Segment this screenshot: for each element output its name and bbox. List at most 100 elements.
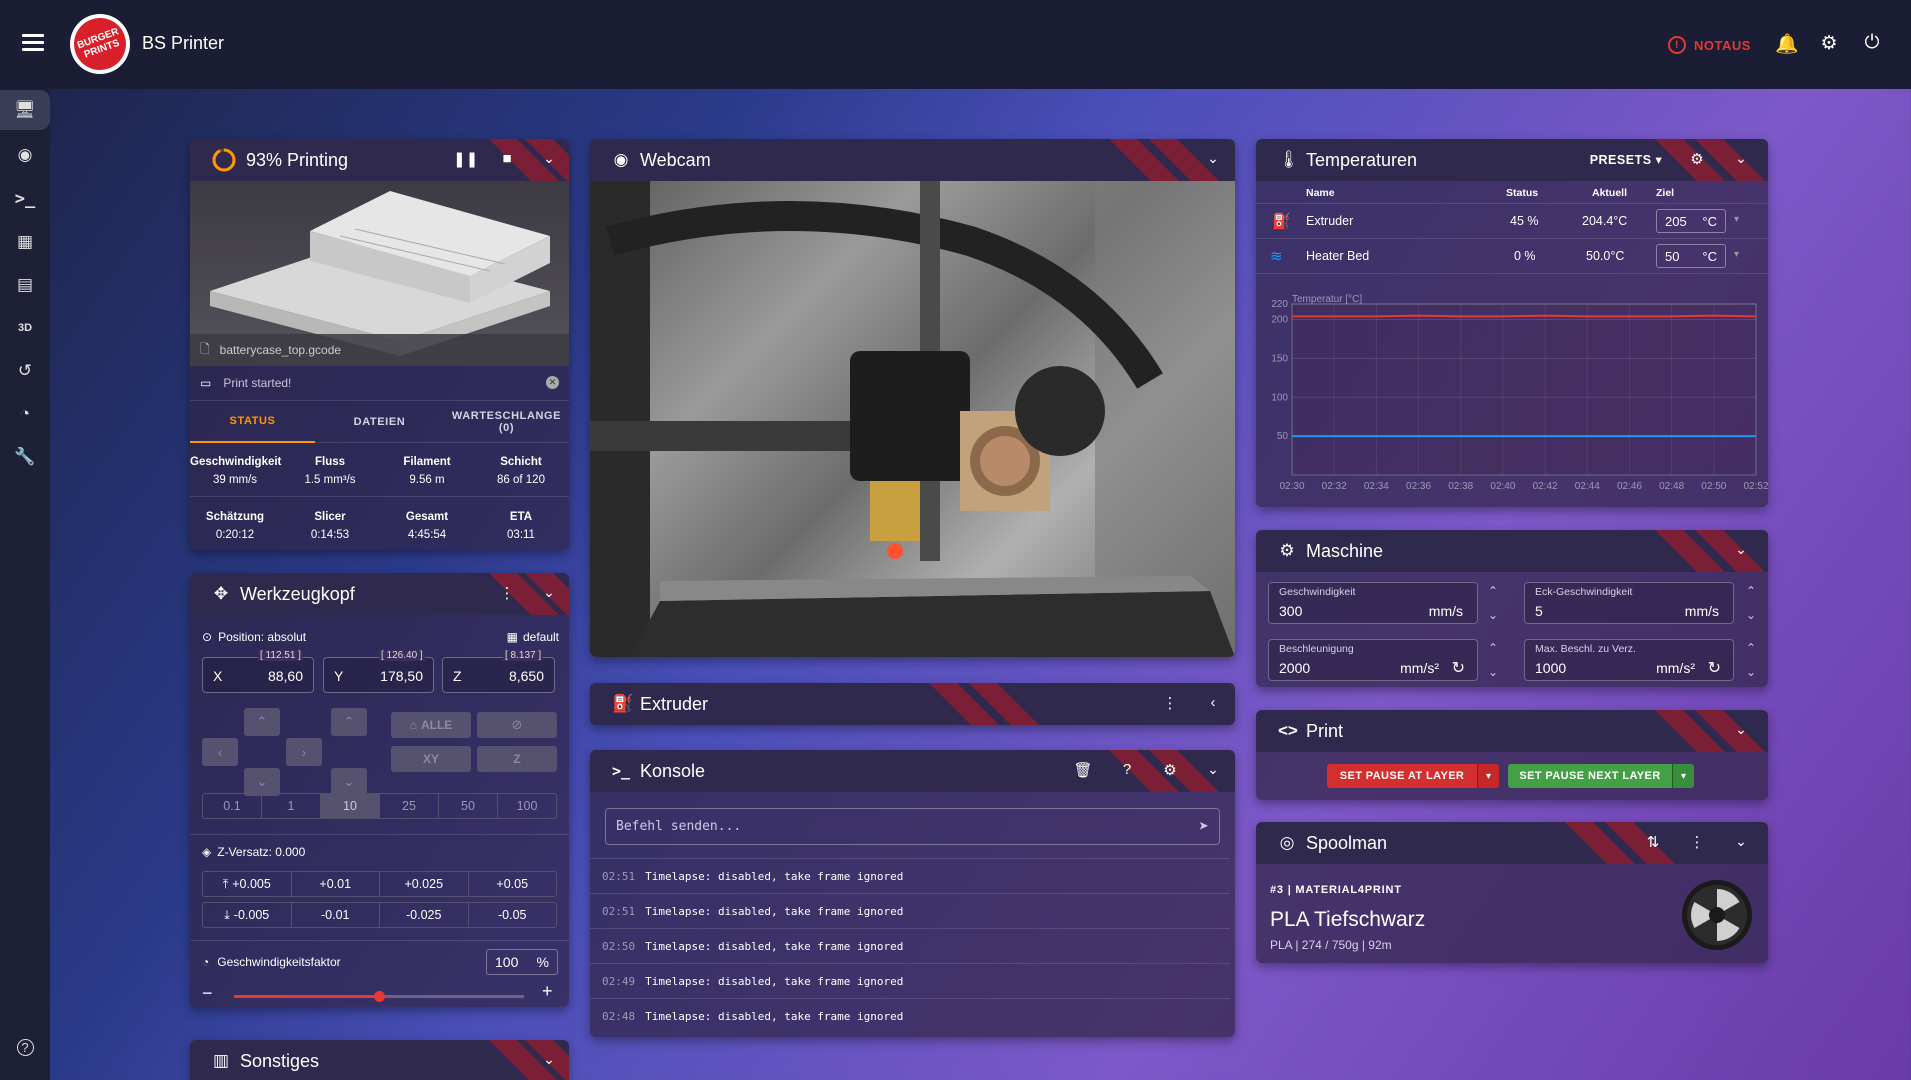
tab-status[interactable]: STATUS [190,401,315,443]
stop-icon[interactable]: ■ [496,150,518,167]
zoffset-up-option[interactable]: +0.05 [469,872,557,896]
presets-button[interactable]: PRESETS ▾ [1586,152,1666,167]
decrement-icon[interactable]: ⌄ [1742,659,1760,685]
z-plus-button[interactable]: ⌃ [331,708,367,736]
z-minus-button[interactable]: ⌄ [331,768,367,796]
set-pause-at-layer-button[interactable]: SET PAUSE AT LAYER [1327,764,1477,788]
chevron-down-icon[interactable]: ⌄ [1730,150,1752,167]
3d-viewer-icon[interactable]: 3D [0,308,50,348]
decrement-icon[interactable]: ⌄ [1742,602,1760,628]
x-minus-button[interactable]: ‹ [202,738,238,766]
step-option[interactable]: 1 [262,794,321,818]
more-vert-icon[interactable]: ⋮ [1686,833,1708,851]
zoffset-up-option[interactable]: ⤒ +0.005 [203,872,292,896]
console-input[interactable]: Befehl senden... ➤ [605,808,1220,845]
settings-gear-icon[interactable]: ⚙ [1686,150,1708,168]
help-icon[interactable]: ? [1116,761,1138,778]
power-icon[interactable]: ⏻ [1861,32,1883,54]
zoffset-down-option[interactable]: -0.05 [469,903,557,927]
heater-name[interactable]: Heater Bed [1306,249,1369,263]
plus-icon[interactable]: + [542,982,553,1000]
decrement-icon[interactable]: ⌄ [1484,602,1502,628]
bell-icon[interactable]: 🔔 [1775,32,1799,55]
more-vert-icon[interactable]: ⋮ [1159,694,1181,712]
motors-off-button[interactable]: ⊘ [477,712,557,738]
zoffset-up-option[interactable]: +0.025 [380,872,469,896]
decrement-icon[interactable]: ⌄ [1484,659,1502,685]
heater-name[interactable]: Extruder [1306,214,1353,228]
dropdown-icon[interactable]: ▾ [1477,764,1499,788]
x-plus-button[interactable]: › [286,738,322,766]
swap-icon[interactable]: ⇅ [1642,833,1664,851]
acceleration-field[interactable]: Beschleunigung 2000 mm/s² ↻ [1268,639,1478,681]
settings-gear-icon[interactable]: ⚙ [1159,761,1181,779]
files-icon[interactable]: ▤ [0,265,50,305]
chevron-down-icon[interactable]: ⌄ [538,1051,560,1068]
minus-icon[interactable]: − [202,984,213,1002]
help-icon[interactable]: ? [0,1027,50,1067]
speed-slider-track[interactable] [234,991,524,1002]
max-accel-to-decel-field[interactable]: Max. Beschl. zu Verz. 1000 mm/s² ↻ [1524,639,1734,681]
chevron-left-icon[interactable]: ‹ [1202,694,1224,711]
console-icon[interactable]: >_ [0,179,50,219]
home-z-button[interactable]: Z [477,746,557,772]
dashboard-icon[interactable]: 🖥 [0,90,50,130]
tab-queue[interactable]: WARTESCHLANGE (0) [444,401,569,443]
x-position-field[interactable]: X 88,60 [ 112.51 ] [202,650,314,693]
trash-icon[interactable]: 🗑 [1072,761,1094,779]
tab-files[interactable]: DATEIEN [317,401,442,443]
increment-icon[interactable]: ⌃ [1484,578,1502,604]
webcam-icon[interactable]: ◉ [0,135,50,175]
target-temp-input[interactable]: 205 °C [1656,209,1726,233]
settings-gear-icon[interactable]: ⚙ [1818,32,1840,54]
misc-panel: ▥ Sonstiges ⌄ [190,1040,569,1080]
chevron-down-icon[interactable]: ⌄ [1202,761,1224,778]
chevron-down-icon[interactable]: ⌄ [1730,833,1752,850]
heightmap-icon[interactable]: ▦ [0,222,50,262]
profile-selector[interactable]: ▦ default [507,630,559,644]
increment-icon[interactable]: ⌃ [1484,635,1502,661]
step-option[interactable]: 25 [380,794,439,818]
chevron-down-icon[interactable]: ⌄ [1730,721,1752,738]
y-position-field[interactable]: Y 178,50 [ 126.40 ] [323,650,434,693]
timelapse-icon[interactable]: ◔ [0,394,50,434]
set-pause-next-layer-button[interactable]: SET PAUSE NEXT LAYER [1508,764,1672,788]
speed-factor-input[interactable]: 100% [486,949,558,975]
step-option-selected[interactable]: 10 [321,794,380,818]
chevron-down-icon[interactable]: ⌄ [1202,150,1224,167]
target-temp-input[interactable]: 50 °C [1656,244,1726,268]
step-option[interactable]: 100 [498,794,556,818]
reset-icon[interactable]: ↻ [1452,658,1465,678]
dropdown-icon[interactable]: ▾ [1672,764,1694,788]
zoffset-up-option[interactable]: +0.01 [292,872,380,896]
history-icon[interactable]: ↺ [0,351,50,391]
send-icon[interactable]: ➤ [1199,817,1209,837]
reset-icon[interactable]: ↻ [1708,658,1721,678]
chevron-down-icon[interactable]: ⌄ [538,584,560,601]
pause-icon[interactable]: ❚❚ [453,150,478,168]
chevron-down-icon[interactable]: ⌄ [538,150,560,167]
step-option[interactable]: 50 [439,794,498,818]
dropdown-icon[interactable]: ▾ [1734,214,1739,225]
home-xy-button[interactable]: XY [391,746,471,772]
dropdown-icon[interactable]: ▾ [1734,249,1739,260]
menu-icon[interactable] [22,34,44,52]
increment-icon[interactable]: ⌃ [1742,578,1760,604]
y-plus-button[interactable]: ⌃ [244,708,280,736]
settings-icon[interactable]: 🔧 [0,437,50,477]
emergency-stop-button[interactable]: ! NOTAUS [1668,36,1751,54]
step-option[interactable]: 0.1 [203,794,262,818]
corner-speed-field[interactable]: Eck-Geschwindigkeit 5 mm/s [1524,582,1734,624]
y-minus-button[interactable]: ⌄ [244,768,280,796]
zoffset-down-option[interactable]: -0.01 [292,903,380,927]
speed-slider-thumb[interactable] [374,991,385,1002]
home-all-button[interactable]: ⌂ ALLE [391,712,471,738]
close-icon[interactable]: ✕ [546,376,559,389]
chevron-down-icon[interactable]: ⌄ [1730,541,1752,558]
zoffset-down-option[interactable]: ⤓ -0.005 [203,903,292,927]
speed-field[interactable]: Geschwindigkeit 300 mm/s [1268,582,1478,624]
zoffset-down-option[interactable]: -0.025 [380,903,469,927]
more-vert-icon[interactable]: ⋮ [496,584,518,602]
z-position-field[interactable]: Z 8,650 [ 8.137 ] [442,650,555,693]
increment-icon[interactable]: ⌃ [1742,635,1760,661]
